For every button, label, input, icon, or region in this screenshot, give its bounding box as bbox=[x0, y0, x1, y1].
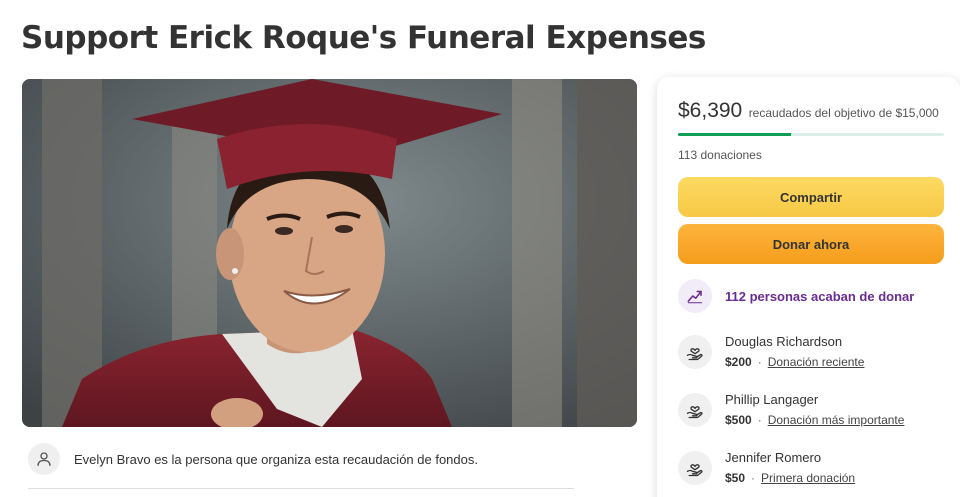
organizer-info: Evelyn Bravo es la persona que organiza … bbox=[28, 441, 588, 477]
raised-summary: $6,390 recaudados del objetivo de $15,00… bbox=[678, 99, 939, 123]
donor-amount: $500 bbox=[725, 413, 752, 427]
donation-hand-icon bbox=[678, 393, 712, 427]
donation-panel: $6,390 recaudados del objetivo de $15,00… bbox=[657, 77, 960, 497]
donor-item: Phillip Langager $500 · Donación más impor… bbox=[678, 392, 904, 427]
separator-dot: · bbox=[757, 355, 762, 369]
goal-text: recaudados del objetivo de $15,000 bbox=[748, 106, 939, 120]
person-icon bbox=[28, 443, 60, 475]
recent-donations: 112 personas acaban de donar bbox=[678, 279, 914, 313]
share-button[interactable]: Compartir bbox=[678, 177, 944, 217]
donor-item: Jennifer Romero $50 · Primera donación bbox=[678, 450, 855, 485]
donor-tag-link[interactable]: Donación reciente bbox=[768, 355, 865, 369]
separator-dot: · bbox=[757, 413, 762, 427]
donor-name: Douglas Richardson bbox=[725, 334, 843, 349]
donor-amount: $200 bbox=[725, 355, 752, 369]
donation-hand-icon bbox=[678, 451, 712, 485]
page-title: Support Erick Roque's Funeral Expenses bbox=[21, 20, 706, 56]
trending-up-icon bbox=[678, 279, 712, 313]
raised-amount: $6,390 bbox=[678, 99, 743, 122]
recent-donations-text: 112 personas acaban de donar bbox=[725, 288, 915, 304]
donor-amount: $50 bbox=[725, 471, 746, 485]
separator-dot: · bbox=[751, 471, 756, 485]
divider bbox=[28, 488, 574, 489]
donor-name: Jennifer Romero bbox=[725, 450, 822, 465]
donor-tag-link[interactable]: Donación más importante bbox=[768, 413, 905, 427]
progress-fill bbox=[678, 133, 792, 136]
donor-tag-link[interactable]: Primera donación bbox=[761, 471, 855, 485]
donate-button[interactable]: Donar ahora bbox=[678, 224, 944, 264]
donor-item: Douglas Richardson $200 · Donación recient… bbox=[678, 334, 864, 369]
progress-bar bbox=[678, 133, 944, 136]
organizer-text: Evelyn Bravo es la persona que organiza … bbox=[74, 451, 478, 467]
donor-name: Phillip Langager bbox=[725, 392, 819, 407]
donation-count: 113 donaciones bbox=[678, 148, 762, 162]
campaign-photo bbox=[22, 79, 637, 427]
donation-hand-icon bbox=[678, 335, 712, 369]
